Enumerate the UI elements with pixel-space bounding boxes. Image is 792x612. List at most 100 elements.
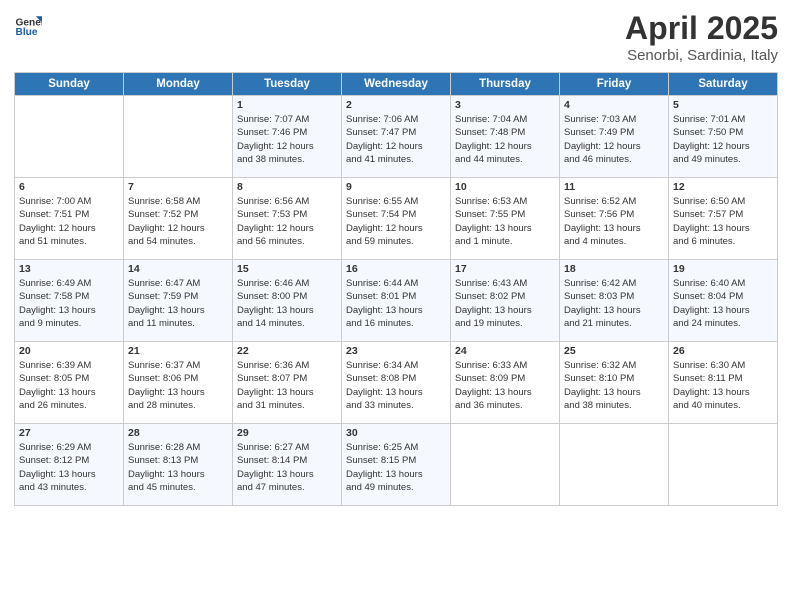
main-title: April 2025 <box>625 10 778 47</box>
calendar-cell: 3Sunrise: 7:04 AM Sunset: 7:48 PM Daylig… <box>451 96 560 178</box>
cell-content: Sunrise: 6:25 AM Sunset: 8:15 PM Dayligh… <box>346 441 446 494</box>
day-header-saturday: Saturday <box>669 73 778 96</box>
cell-content: Sunrise: 6:27 AM Sunset: 8:14 PM Dayligh… <box>237 441 337 494</box>
calendar-cell: 25Sunrise: 6:32 AM Sunset: 8:10 PM Dayli… <box>560 342 669 424</box>
cell-content: Sunrise: 6:29 AM Sunset: 8:12 PM Dayligh… <box>19 441 119 494</box>
calendar-cell: 29 Sunrise: 6:27 AM Sunset: 8:14 PM Dayli… <box>233 424 342 506</box>
cell-content: Sunrise: 7:04 AM Sunset: 7:48 PM Dayligh… <box>455 113 555 166</box>
day-number: 27 <box>19 427 119 439</box>
calendar-cell: 1 Sunrise: 7:07 AM Sunset: 7:46 PM Daylig… <box>233 96 342 178</box>
day-header-friday: Friday <box>560 73 669 96</box>
day-number: 1 <box>237 99 337 111</box>
cell-content: Sunrise: 6:49 AM Sunset: 7:58 PM Dayligh… <box>19 277 119 330</box>
cell-content: Sunrise: 6:56 AM Sunset: 7:53 PM Dayligh… <box>237 195 337 248</box>
logo-icon: General Blue <box>14 10 42 38</box>
day-number: 26 <box>673 345 773 357</box>
calendar-cell: 4Sunrise: 7:03 AM Sunset: 7:49 PM Daylig… <box>560 96 669 178</box>
calendar-cell: 5 Sunrise: 7:01 AM Sunset: 7:50 PM Daylig… <box>669 96 778 178</box>
calendar-cell: 23Sunrise: 6:34 AM Sunset: 8:08 PM Dayli… <box>342 342 451 424</box>
day-header-thursday: Thursday <box>451 73 560 96</box>
day-header-monday: Monday <box>124 73 233 96</box>
cell-content: Sunrise: 6:52 AM Sunset: 7:56 PM Dayligh… <box>564 195 664 248</box>
calendar-cell: 7 Sunrise: 6:58 AM Sunset: 7:52 PM Daylig… <box>124 178 233 260</box>
calendar-cell: 20Sunrise: 6:39 AM Sunset: 8:05 PM Dayli… <box>15 342 124 424</box>
calendar-cell: 14 Sunrise: 6:47 AM Sunset: 7:59 PM Dayli… <box>124 260 233 342</box>
calendar-cell: 26 Sunrise: 6:30 AM Sunset: 8:11 PM Dayli… <box>669 342 778 424</box>
day-number: 16 <box>346 263 446 275</box>
calendar-cell: 6 Sunrise: 7:00 AM Sunset: 7:51 PM Daylig… <box>15 178 124 260</box>
day-number: 15 <box>237 263 337 275</box>
calendar-cell <box>669 424 778 506</box>
day-number: 21 <box>128 345 228 357</box>
day-number: 12 <box>673 181 773 193</box>
cell-content: Sunrise: 6:55 AM Sunset: 7:54 PM Dayligh… <box>346 195 446 248</box>
day-number: 17 <box>455 263 555 275</box>
cell-content: Sunrise: 6:58 AM Sunset: 7:52 PM Dayligh… <box>128 195 228 248</box>
cell-content: Sunrise: 6:44 AM Sunset: 8:01 PM Dayligh… <box>346 277 446 330</box>
cell-content: Sunrise: 7:06 AM Sunset: 7:47 PM Dayligh… <box>346 113 446 166</box>
day-number: 7 <box>128 181 228 193</box>
calendar-cell: 18Sunrise: 6:42 AM Sunset: 8:03 PM Dayli… <box>560 260 669 342</box>
cell-content: Sunrise: 6:28 AM Sunset: 8:13 PM Dayligh… <box>128 441 228 494</box>
cell-content: Sunrise: 6:46 AM Sunset: 8:00 PM Dayligh… <box>237 277 337 330</box>
day-number: 10 <box>455 181 555 193</box>
svg-text:Blue: Blue <box>16 27 38 38</box>
cell-content: Sunrise: 6:32 AM Sunset: 8:10 PM Dayligh… <box>564 359 664 412</box>
calendar-cell: 19 Sunrise: 6:40 AM Sunset: 8:04 PM Dayli… <box>669 260 778 342</box>
calendar-cell <box>15 96 124 178</box>
day-number: 24 <box>455 345 555 357</box>
calendar-cell: 12 Sunrise: 6:50 AM Sunset: 7:57 PM Dayli… <box>669 178 778 260</box>
day-number: 20 <box>19 345 119 357</box>
calendar-cell: 17 Sunrise: 6:43 AM Sunset: 8:02 PM Dayli… <box>451 260 560 342</box>
day-number: 19 <box>673 263 773 275</box>
calendar-table: SundayMondayTuesdayWednesdayThursdayFrid… <box>14 72 778 506</box>
calendar-cell <box>451 424 560 506</box>
calendar-cell <box>124 96 233 178</box>
cell-content: Sunrise: 7:07 AM Sunset: 7:46 PM Dayligh… <box>237 113 337 166</box>
cell-content: Sunrise: 6:30 AM Sunset: 8:11 PM Dayligh… <box>673 359 773 412</box>
calendar-cell <box>560 424 669 506</box>
cell-content: Sunrise: 6:33 AM Sunset: 8:09 PM Dayligh… <box>455 359 555 412</box>
cell-content: Sunrise: 6:37 AM Sunset: 8:06 PM Dayligh… <box>128 359 228 412</box>
calendar-cell: 2 Sunrise: 7:06 AM Sunset: 7:47 PM Daylig… <box>342 96 451 178</box>
calendar-cell: 8 Sunrise: 6:56 AM Sunset: 7:53 PM Daylig… <box>233 178 342 260</box>
calendar-cell: 10 Sunrise: 6:53 AM Sunset: 7:55 PM Dayli… <box>451 178 560 260</box>
subtitle: Senorbi, Sardinia, Italy <box>625 47 778 64</box>
header: General Blue General Blue April 2025 Sen… <box>14 10 778 64</box>
calendar-cell: 16 Sunrise: 6:44 AM Sunset: 8:01 PM Dayli… <box>342 260 451 342</box>
day-number: 9 <box>346 181 446 193</box>
day-number: 28 <box>128 427 228 439</box>
cell-content: Sunrise: 6:50 AM Sunset: 7:57 PM Dayligh… <box>673 195 773 248</box>
day-number: 2 <box>346 99 446 111</box>
calendar-cell: 21 Sunrise: 6:37 AM Sunset: 8:06 PM Dayli… <box>124 342 233 424</box>
calendar-cell: 15 Sunrise: 6:46 AM Sunset: 8:00 PM Dayli… <box>233 260 342 342</box>
calendar-cell: 13Sunrise: 6:49 AM Sunset: 7:58 PM Dayli… <box>15 260 124 342</box>
page: General Blue General Blue April 2025 Sen… <box>0 0 792 612</box>
week-row-2: 6 Sunrise: 7:00 AM Sunset: 7:51 PM Daylig… <box>15 178 778 260</box>
calendar-cell: 28 Sunrise: 6:28 AM Sunset: 8:13 PM Dayli… <box>124 424 233 506</box>
day-number: 30 <box>346 427 446 439</box>
cell-content: Sunrise: 7:00 AM Sunset: 7:51 PM Dayligh… <box>19 195 119 248</box>
day-number: 22 <box>237 345 337 357</box>
calendar-cell: 22Sunrise: 6:36 AM Sunset: 8:07 PM Dayli… <box>233 342 342 424</box>
calendar-cell: 24 Sunrise: 6:33 AM Sunset: 8:09 PM Dayli… <box>451 342 560 424</box>
logo: General Blue General Blue <box>14 10 42 38</box>
day-number: 5 <box>673 99 773 111</box>
week-row-4: 20Sunrise: 6:39 AM Sunset: 8:05 PM Dayli… <box>15 342 778 424</box>
day-number: 8 <box>237 181 337 193</box>
day-number: 14 <box>128 263 228 275</box>
cell-content: Sunrise: 6:42 AM Sunset: 8:03 PM Dayligh… <box>564 277 664 330</box>
header-row: SundayMondayTuesdayWednesdayThursdayFrid… <box>15 73 778 96</box>
cell-content: Sunrise: 6:47 AM Sunset: 7:59 PM Dayligh… <box>128 277 228 330</box>
calendar-cell: 30 Sunrise: 6:25 AM Sunset: 8:15 PM Dayli… <box>342 424 451 506</box>
cell-content: Sunrise: 6:40 AM Sunset: 8:04 PM Dayligh… <box>673 277 773 330</box>
cell-content: Sunrise: 6:43 AM Sunset: 8:02 PM Dayligh… <box>455 277 555 330</box>
cell-content: Sunrise: 6:53 AM Sunset: 7:55 PM Dayligh… <box>455 195 555 248</box>
week-row-5: 27 Sunrise: 6:29 AM Sunset: 8:12 PM Dayli… <box>15 424 778 506</box>
day-number: 29 <box>237 427 337 439</box>
day-number: 4 <box>564 99 664 111</box>
week-row-1: 1 Sunrise: 7:07 AM Sunset: 7:46 PM Daylig… <box>15 96 778 178</box>
day-number: 6 <box>19 181 119 193</box>
cell-content: Sunrise: 7:01 AM Sunset: 7:50 PM Dayligh… <box>673 113 773 166</box>
week-row-3: 13Sunrise: 6:49 AM Sunset: 7:58 PM Dayli… <box>15 260 778 342</box>
